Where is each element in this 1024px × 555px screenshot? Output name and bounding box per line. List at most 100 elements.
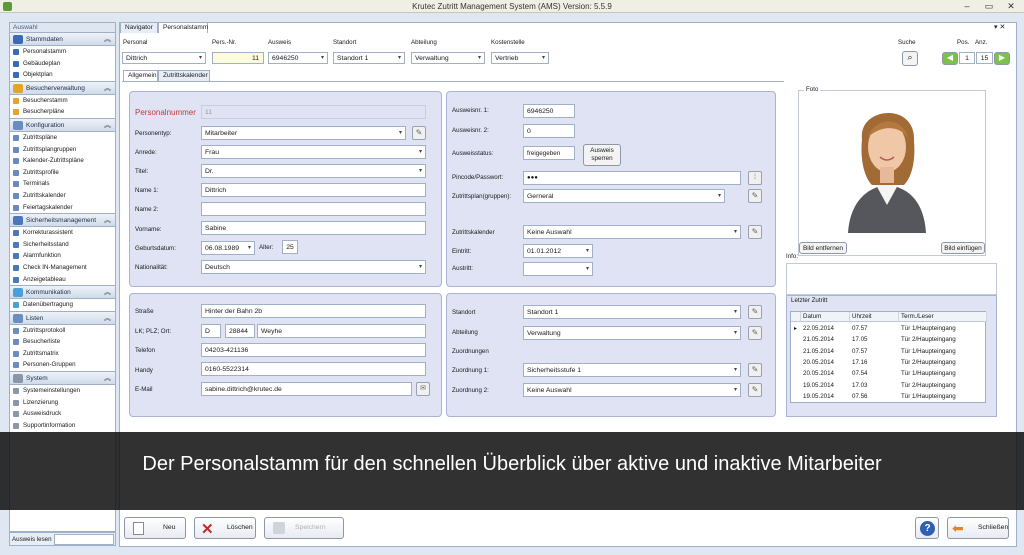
sidebar-item[interactable]: Zutrittsprofile	[10, 167, 115, 179]
sidebar-item[interactable]: Besucherpläne	[10, 106, 115, 118]
close-button[interactable]: ✕	[1004, 1, 1018, 12]
name1-field[interactable]: Dittrich	[201, 183, 426, 197]
sidebar-item[interactable]: Ausweisdruck	[10, 408, 115, 420]
handy-field[interactable]: 0160-5522314	[201, 362, 426, 376]
sidebar-group-0[interactable]: Stammdaten ︽	[10, 32, 115, 46]
zutrittskalender-select[interactable]: Keine Auswahl	[523, 225, 741, 239]
anrede-select[interactable]: Frau	[201, 145, 426, 159]
sidebar-item[interactable]: Kalender-Zutrittspläne	[10, 155, 115, 167]
standort2-edit-button[interactable]: ✎	[748, 305, 762, 319]
sidebar-item[interactable]: Sicherheitsstand	[10, 239, 115, 251]
titel-select[interactable]: Dr.	[201, 164, 426, 178]
sidebar-item[interactable]: Zutrittskalender	[10, 190, 115, 202]
email-field[interactable]: sabine.dittrich@krutec.de	[201, 382, 412, 396]
pincode-button[interactable]: ⁞	[748, 171, 762, 185]
neu-button[interactable]: Neu	[124, 517, 186, 539]
telefon-field[interactable]: 04203-421136	[201, 343, 426, 357]
zutrittsplan-select[interactable]: Gerneral	[523, 189, 725, 203]
standort-select[interactable]: Standort 1	[333, 52, 405, 64]
next-button[interactable]: ▶	[994, 52, 1010, 65]
kostenstelle-select[interactable]: Vertrieb	[491, 52, 549, 64]
previous-button[interactable]: ◀	[942, 52, 958, 65]
sidebar-item[interactable]: Besucherstamm	[10, 95, 115, 107]
personal-select[interactable]: Dittrich	[122, 52, 206, 64]
sidebar-item[interactable]: Personalstamm	[10, 46, 115, 58]
persnr-field[interactable]: 11	[212, 52, 264, 64]
ort-field[interactable]: Weyhe	[257, 324, 426, 338]
help-button[interactable]: ?	[915, 517, 939, 539]
eintritt-select[interactable]: 01.01.2012	[523, 244, 593, 258]
schliessen-button[interactable]: ⬅ Schließen	[947, 517, 1009, 539]
nationalitaet-select[interactable]: Deutsch	[201, 260, 426, 274]
minimize-button[interactable]: –	[960, 1, 974, 12]
table-row[interactable]: 20.05.2014 17.16 Tür 2/Haupteingang	[791, 357, 987, 368]
personentyp-edit-button[interactable]: ✎	[412, 126, 426, 140]
sidebar-group-5[interactable]: Listen ︽	[10, 310, 115, 325]
subtab-allgemein[interactable]: Allgemein	[123, 70, 158, 81]
zuordnung1-edit-button[interactable]: ✎	[748, 363, 762, 377]
sidebar-item[interactable]: Personen-Gruppen	[10, 359, 115, 371]
sidebar-item[interactable]: Korrekturassistent	[10, 227, 115, 239]
plz-field[interactable]: 28844	[225, 324, 255, 338]
info-textarea[interactable]	[786, 263, 997, 295]
chevron-up-icon[interactable]: ︽	[104, 82, 111, 95]
email-send-button[interactable]: ✉	[416, 382, 430, 396]
ausweis-select[interactable]: 6946250	[268, 52, 328, 64]
tab-navigator[interactable]: Navigator	[120, 22, 158, 33]
speichern-button[interactable]: Speichern	[264, 517, 344, 539]
table-header-term-leser[interactable]: Term./Leser	[899, 312, 987, 322]
sidebar-item[interactable]: Alarmfunktion	[10, 250, 115, 262]
table-row[interactable]: ▸ 22.05.2014 07.57 Tür 1/Haupteingang	[791, 323, 987, 334]
standort2-select[interactable]: Standort 1	[523, 305, 741, 319]
sidebar-item[interactable]: Systemeinstellungen	[10, 385, 115, 397]
restore-button[interactable]: ▭	[982, 1, 996, 12]
chevron-up-icon[interactable]: ︽	[104, 33, 111, 46]
sidebar-item[interactable]: Zutrittsprotokoll	[10, 325, 115, 337]
personentyp-select[interactable]: Mitarbeiter	[201, 126, 406, 140]
sidebar-item[interactable]: Check IN-Management	[10, 262, 115, 274]
chevron-up-icon[interactable]: ︽	[104, 312, 111, 325]
austritt-select[interactable]	[523, 262, 593, 276]
table-header-datum[interactable]: Datum	[801, 312, 850, 322]
zuordnung1-select[interactable]: Sicherheitsstufe 1	[523, 363, 741, 377]
chevron-up-icon[interactable]: ︽	[104, 372, 111, 385]
geburtsdatum-select[interactable]: 06.08.1989	[201, 241, 255, 255]
abteilung-select[interactable]: Verwaltung	[411, 52, 485, 64]
vorname-field[interactable]: Sabine	[201, 221, 426, 235]
chevron-up-icon[interactable]: ︽	[104, 286, 111, 299]
sidebar-group-3[interactable]: Sicherheitsmanagement ︽	[10, 213, 115, 228]
chevron-up-icon[interactable]: ︽	[104, 214, 111, 227]
ausweis-sperren-button[interactable]: Ausweis sperren	[583, 144, 621, 166]
table-row[interactable]: 21.05.2014 17.05 Tür 2/Haupteingang	[791, 334, 987, 345]
pos-field[interactable]: 1	[959, 52, 975, 64]
bild-entfernen-button[interactable]: Bild entfernen	[799, 242, 847, 254]
sidebar-item[interactable]: Besucherliste	[10, 336, 115, 348]
sidebar-group-4[interactable]: Kommunikation ︽	[10, 285, 115, 300]
bild-einfuegen-button[interactable]: Bild einfügen	[941, 242, 985, 254]
sidebar-item[interactable]: Feiertagskalender	[10, 202, 115, 214]
lk-field[interactable]: D	[201, 324, 221, 338]
sidebar-group-2[interactable]: Konfiguration ︽	[10, 117, 115, 132]
tab-menu-icon[interactable]: ▾ ✕	[994, 23, 1005, 31]
tab-personalstamm[interactable]: Personalstamm	[158, 22, 208, 33]
table-row[interactable]: 20.05.2014 07.54 Tür 1/Haupteingang	[791, 368, 987, 379]
strasse-field[interactable]: Hinter der Bahn 2b	[201, 304, 426, 318]
sidebar-item[interactable]: Zutrittsmatrix	[10, 348, 115, 360]
name2-field[interactable]	[201, 202, 426, 216]
sidebar-item[interactable]: Terminals	[10, 178, 115, 190]
table-header-uhrzeit[interactable]: Uhrzeit	[850, 312, 899, 322]
sidebar-item[interactable]: Supportinformation	[10, 420, 115, 432]
sidebar-group-6[interactable]: System ︽	[10, 371, 115, 386]
subtab-zutrittskalender[interactable]: Zutrittskalender	[158, 70, 210, 81]
ausweis-lesen-input[interactable]	[54, 534, 114, 545]
sidebar-item[interactable]: Objektplan	[10, 69, 115, 81]
sidebar-item[interactable]: Zutrittspläne	[10, 132, 115, 144]
sidebar-item[interactable]: Datenübertragung	[10, 299, 115, 311]
sidebar-item[interactable]: Lizenzierung	[10, 397, 115, 409]
sidebar-item[interactable]: Zutrittsplangruppen	[10, 144, 115, 156]
zuordnung2-select[interactable]: Keine Auswahl	[523, 383, 741, 397]
table-row[interactable]: 19.05.2014 07.56 Tür 1/Haupteingang	[791, 391, 987, 402]
abteilung2-edit-button[interactable]: ✎	[748, 326, 762, 340]
table-row[interactable]: 21.05.2014 07.57 Tür 1/Haupteingang	[791, 346, 987, 357]
sidebar-item[interactable]: Anzeigetableau	[10, 274, 115, 286]
